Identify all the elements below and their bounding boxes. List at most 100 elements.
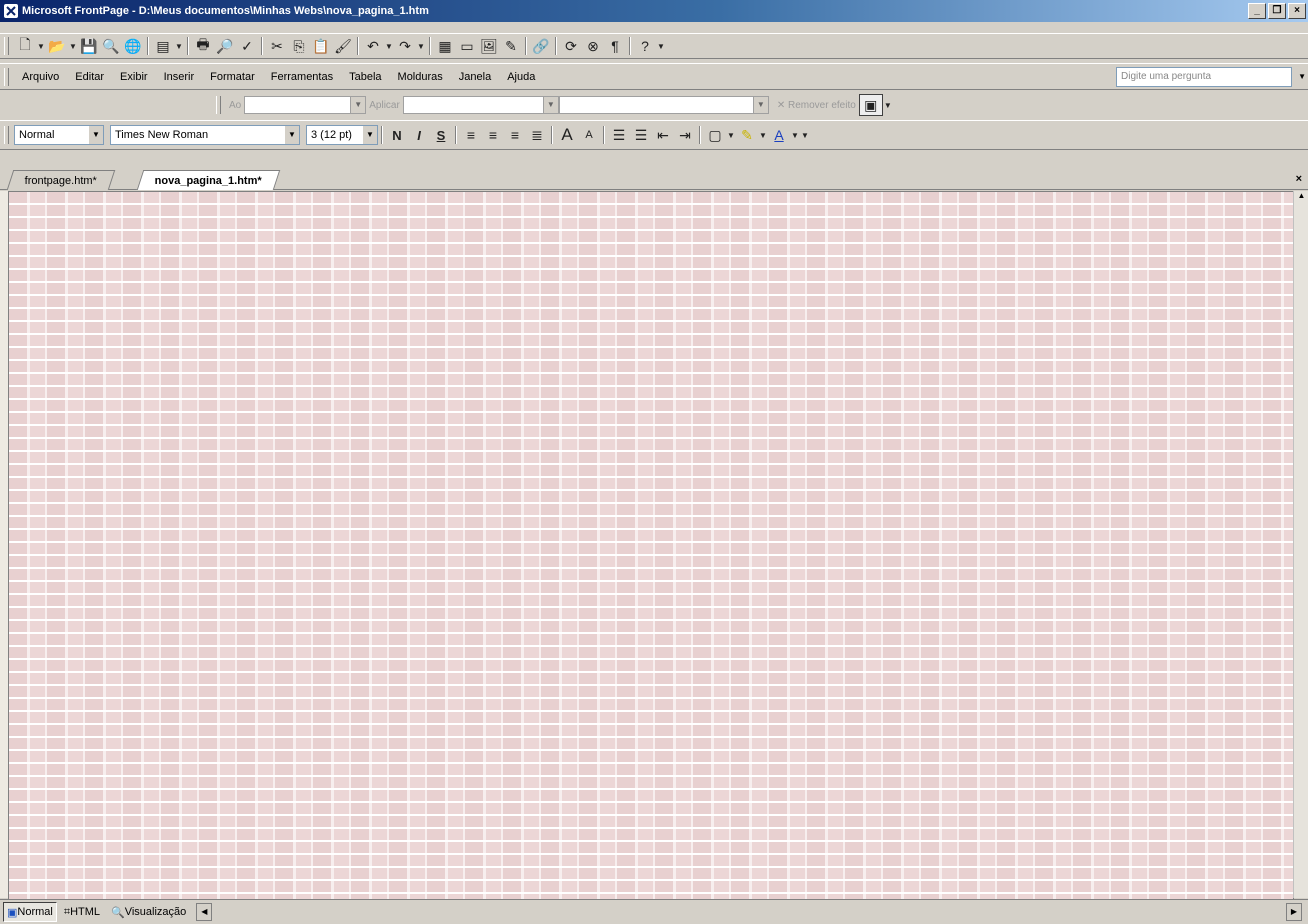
refresh-icon[interactable]: ⟳: [560, 36, 582, 56]
menu-arquivo[interactable]: Arquivo: [14, 71, 67, 83]
menu-ferramentas[interactable]: Ferramentas: [263, 71, 341, 83]
chevron-down-icon[interactable]: ▼: [752, 97, 768, 113]
menu-editar[interactable]: Editar: [67, 71, 112, 83]
tab-nova-pagina[interactable]: nova_pagina_1.htm*: [136, 170, 281, 190]
event-combo[interactable]: ▼: [244, 96, 367, 114]
minimize-button[interactable]: _: [1248, 3, 1266, 19]
toolbar-grip[interactable]: [4, 37, 9, 55]
tab-frontpage[interactable]: frontpage.htm*: [6, 170, 116, 190]
italic-button[interactable]: I: [408, 125, 430, 145]
view-preview-button[interactable]: 🔍 Visualização: [107, 902, 190, 922]
chevron-down-icon[interactable]: ▼: [350, 97, 366, 113]
show-all-icon[interactable]: ¶: [604, 36, 626, 56]
chevron-down-icon[interactable]: ▼: [285, 126, 299, 144]
format-grip[interactable]: [4, 126, 9, 144]
view-html-button[interactable]: ⌗ HTML: [60, 902, 104, 922]
new-page-icon[interactable]: 🗋: [14, 36, 36, 56]
highlight-dhtml-icon[interactable]: ▣: [858, 94, 883, 116]
publish-icon[interactable]: 🌐: [122, 36, 144, 56]
spelling-icon[interactable]: ✓: [236, 36, 258, 56]
decrease-font-icon[interactable]: A: [578, 125, 600, 145]
view-normal-label: Normal: [17, 906, 53, 918]
effect-settings-combo[interactable]: ▼: [558, 96, 769, 114]
insert-table-icon[interactable]: ▭: [456, 36, 478, 56]
font-color-dropdown-icon[interactable]: ▼: [790, 125, 800, 145]
toggle-pane-icon[interactable]: ▤: [152, 36, 174, 56]
stop-icon[interactable]: ⊗: [582, 36, 604, 56]
insert-picture-icon[interactable]: 🖼: [478, 36, 500, 56]
new-dropdown-icon[interactable]: ▼: [36, 36, 46, 56]
effect-combo[interactable]: ▼: [402, 96, 559, 114]
web-component-icon[interactable]: ▦: [434, 36, 456, 56]
font-size-select[interactable]: 3 (12 pt) ▼: [306, 125, 378, 145]
frontpage-icon[interactable]: [4, 4, 18, 18]
font-color-icon[interactable]: A: [768, 125, 790, 145]
open-dropdown-icon[interactable]: ▼: [68, 36, 78, 56]
menu-tabela[interactable]: Tabela: [341, 71, 389, 83]
close-document-icon[interactable]: ×: [1296, 173, 1302, 185]
separator: [357, 37, 359, 55]
paste-icon[interactable]: 📋: [310, 36, 332, 56]
toolbar-options-icon[interactable]: ▼: [656, 36, 666, 56]
align-right-icon[interactable]: ≡: [504, 125, 526, 145]
menu-janela[interactable]: Janela: [451, 71, 499, 83]
chevron-down-icon[interactable]: ▼: [542, 97, 558, 113]
ask-question-input[interactable]: Digite uma pergunta: [1116, 66, 1292, 87]
preview-view-icon: 🔍: [111, 906, 125, 919]
scroll-left-icon[interactable]: ◀: [196, 903, 213, 921]
format-options-icon[interactable]: ▼: [800, 125, 810, 145]
chevron-down-icon[interactable]: ▼: [363, 126, 377, 144]
font-select[interactable]: Times New Roman ▼: [110, 125, 300, 145]
redo-icon[interactable]: ↷: [394, 36, 416, 56]
underline-button[interactable]: S: [430, 125, 452, 145]
menu-grip[interactable]: [4, 67, 9, 86]
menu-exibir[interactable]: Exibir: [112, 71, 156, 83]
undo-dropdown-icon[interactable]: ▼: [384, 36, 394, 56]
cut-icon[interactable]: ✂: [266, 36, 288, 56]
undo-icon[interactable]: ↶: [362, 36, 384, 56]
dhtml-options-icon[interactable]: ▼: [883, 95, 893, 115]
style-select[interactable]: Normal ▼: [14, 125, 104, 145]
vertical-scrollbar[interactable]: ▲: [1293, 191, 1308, 898]
highlight-dropdown-icon[interactable]: ▼: [758, 125, 768, 145]
ask-dropdown-icon[interactable]: ▼: [1298, 72, 1306, 81]
align-left-icon[interactable]: ≡: [460, 125, 482, 145]
increase-indent-icon[interactable]: ⇥: [674, 125, 696, 145]
dhtml-grip[interactable]: [216, 96, 221, 114]
close-button[interactable]: ×: [1288, 3, 1306, 19]
highlight-icon[interactable]: ✎: [736, 125, 758, 145]
menu-formatar[interactable]: Formatar: [202, 71, 263, 83]
align-center-icon[interactable]: ≡: [482, 125, 504, 145]
increase-font-icon[interactable]: A: [556, 125, 578, 145]
save-icon[interactable]: 💾: [78, 36, 100, 56]
restore-button[interactable]: ❐: [1268, 3, 1286, 19]
print-icon[interactable]: 🖶: [192, 36, 214, 56]
chevron-down-icon[interactable]: ▼: [89, 126, 103, 144]
help-icon[interactable]: ?: [634, 36, 656, 56]
scroll-up-icon[interactable]: ▲: [1294, 191, 1308, 205]
borders-dropdown-icon[interactable]: ▼: [726, 125, 736, 145]
page-editor-canvas[interactable]: [8, 191, 1294, 900]
menu-ajuda[interactable]: Ajuda: [499, 71, 543, 83]
justify-icon[interactable]: ≣: [526, 125, 548, 145]
menu-molduras[interactable]: Molduras: [390, 71, 451, 83]
hyperlink-icon[interactable]: 🔗: [530, 36, 552, 56]
decrease-indent-icon[interactable]: ⇤: [652, 125, 674, 145]
pane-dropdown-icon[interactable]: ▼: [174, 36, 184, 56]
open-folder-icon[interactable]: 📂: [46, 36, 68, 56]
format-painter-icon[interactable]: 🖌: [332, 36, 354, 56]
drawing-icon[interactable]: ✎: [500, 36, 522, 56]
search-icon[interactable]: 🔍: [100, 36, 122, 56]
scroll-right-icon[interactable]: ▶: [1286, 903, 1302, 921]
remove-effect-button[interactable]: ✕ Remover efeito: [777, 100, 856, 111]
bold-button[interactable]: N: [386, 125, 408, 145]
numbering-icon[interactable]: ☰: [608, 125, 630, 145]
redo-dropdown-icon[interactable]: ▼: [416, 36, 426, 56]
copy-icon[interactable]: ⎘: [288, 36, 310, 56]
bullets-icon[interactable]: ☰: [630, 125, 652, 145]
view-normal-button[interactable]: ▣ Normal: [3, 902, 57, 922]
borders-icon[interactable]: ▢: [704, 125, 726, 145]
preview-icon[interactable]: 🔎: [214, 36, 236, 56]
menu-inserir[interactable]: Inserir: [156, 71, 203, 83]
view-html-label: HTML: [70, 906, 101, 918]
